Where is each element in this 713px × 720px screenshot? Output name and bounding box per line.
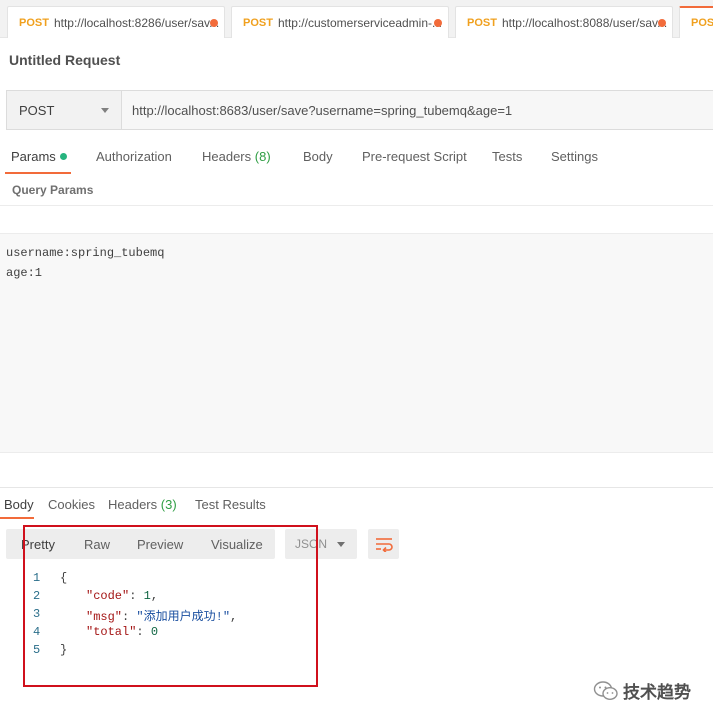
tab-params[interactable]: Params: [11, 149, 67, 164]
request-tab-2[interactable]: POST http://customerserviceadmin-...: [231, 6, 449, 38]
tab-headers[interactable]: Headers (8): [202, 149, 271, 164]
request-title[interactable]: Untitled Request: [9, 52, 120, 68]
tab-settings[interactable]: Settings: [551, 149, 598, 164]
request-section-tabs: Params Authorization Headers (8) Body Pr…: [0, 146, 713, 170]
response-tab-headers-label: Headers: [108, 497, 158, 512]
tab-body[interactable]: Body: [303, 149, 333, 164]
highlight-annotation-box: [23, 525, 318, 687]
tab-method: POST: [243, 16, 273, 29]
method-select-value: POST: [19, 102, 55, 118]
response-tab-test-results[interactable]: Test Results: [195, 497, 266, 512]
tab-params-label: Params: [11, 149, 56, 164]
request-tab-4[interactable]: POST: [679, 6, 713, 38]
watermark: 技术趋势: [593, 678, 691, 703]
chevron-down-icon: [101, 108, 109, 113]
tab-authorization[interactable]: Authorization: [96, 149, 172, 164]
request-tabs-bar: POST http://localhost:8286/user/sav... P…: [0, 0, 713, 38]
tab-url: http://customerserviceadmin-...: [277, 15, 443, 30]
url-input[interactable]: http://localhost:8683/user/save?username…: [122, 91, 713, 129]
response-tab-headers[interactable]: Headers (3): [108, 497, 177, 512]
method-select[interactable]: POST: [7, 91, 122, 129]
tab-method: POST: [467, 16, 497, 29]
unsaved-dot-icon: [658, 19, 666, 27]
bulk-line: username:spring_tubemq: [6, 246, 165, 260]
response-tab-body[interactable]: Body: [4, 497, 34, 512]
tab-method: POST: [691, 17, 713, 29]
unsaved-dot-icon: [210, 19, 218, 27]
tab-url: http://localhost:8088/user/sav...: [501, 15, 668, 30]
tab-method: POST: [19, 16, 49, 29]
tab-headers-count: (8): [254, 149, 271, 164]
active-response-tab-indicator: [0, 517, 34, 519]
watermark-text: 技术趋势: [623, 683, 691, 702]
active-tab-indicator: [5, 172, 71, 174]
response-tab-headers-count: (3): [160, 497, 177, 512]
tab-headers-label: Headers: [202, 149, 252, 164]
wrap-lines-button[interactable]: [368, 529, 399, 559]
url-bar: POST http://localhost:8683/user/save?use…: [6, 90, 713, 130]
bulk-line: age:1: [6, 266, 43, 280]
chevron-down-icon: [337, 542, 345, 547]
divider: [0, 205, 713, 206]
active-dot-icon: [59, 153, 67, 160]
query-params-heading: Query Params: [12, 183, 94, 197]
tab-prerequest-script[interactable]: Pre-request Script: [362, 149, 467, 164]
tab-tests[interactable]: Tests: [492, 149, 522, 164]
wrap-lines-icon: [375, 538, 393, 552]
tab-url: http://localhost:8286/user/sav...: [53, 15, 220, 30]
unsaved-dot-icon: [434, 19, 442, 27]
request-tab-3[interactable]: POST http://localhost:8088/user/sav...: [455, 6, 673, 38]
bulk-edit-textarea[interactable]: username:spring_tubemq age:1: [0, 233, 713, 453]
request-tab-1[interactable]: POST http://localhost:8286/user/sav...: [7, 6, 225, 38]
wechat-icon: [593, 680, 618, 700]
response-tabs: Body Cookies Headers (3) Test Results: [0, 487, 713, 519]
response-tab-cookies[interactable]: Cookies: [48, 497, 95, 512]
